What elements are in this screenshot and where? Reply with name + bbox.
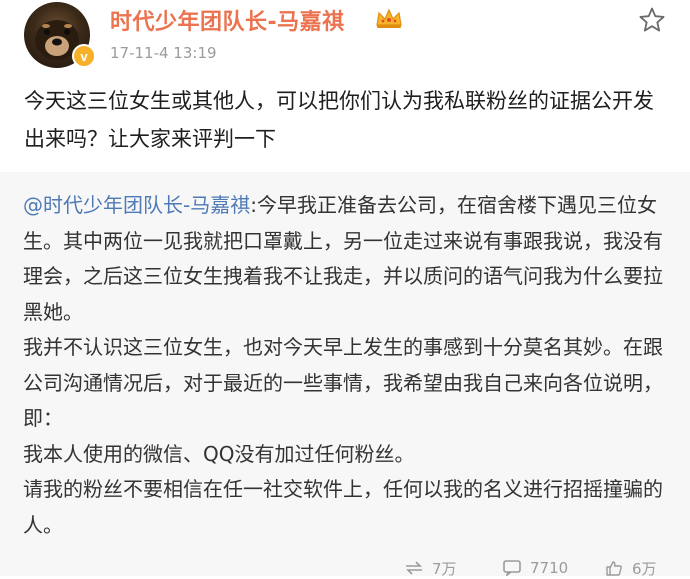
username[interactable]: 时代少年团队长-马嘉祺 [110, 4, 345, 36]
star-icon[interactable] [638, 6, 666, 34]
mention-link[interactable]: @时代少年团队长-马嘉祺 [23, 193, 250, 217]
crown-icon[interactable] [374, 6, 404, 30]
repost-button[interactable]: 7万 [404, 559, 457, 578]
like-count: 6万 [632, 559, 657, 578]
repost-text: @时代少年团队长-马嘉祺:今早我正准备去公司，在宿舍楼下遇见三位女生。其中两位一… [23, 188, 673, 543]
reposted-content[interactable]: @时代少年团队长-马嘉祺:今早我正准备去公司，在宿舍楼下遇见三位女生。其中两位一… [0, 172, 690, 578]
action-bar: 7万 7710 6万 [0, 559, 690, 578]
comment-icon [503, 560, 521, 576]
repost-paragraph-4: 请我的粉丝不要相信在任一社交软件上，任何以我的名义进行招摇撞骗的人。 [23, 477, 663, 537]
verified-badge-icon: v [72, 44, 96, 68]
comment-count: 7710 [530, 559, 569, 577]
repost-paragraph-1: @时代少年团队长-马嘉祺:今早我正准备去公司，在宿舍楼下遇见三位女生。其中两位一… [23, 188, 673, 330]
comment-button[interactable]: 7710 [502, 559, 569, 577]
repost-count: 7万 [432, 559, 457, 578]
repost-paragraph-3: 我本人使用的微信、QQ没有加过任何粉丝。 [23, 441, 415, 466]
post-timestamp: 17-11-4 13:19 [110, 44, 217, 62]
repost-icon [406, 561, 422, 575]
like-button[interactable]: 6万 [604, 559, 657, 578]
like-icon [606, 561, 622, 576]
repost-paragraph-2: 我并不认识这三位女生，也对今天早上发生的事感到十分莫名其妙。在跟公司沟通情况后，… [23, 335, 663, 430]
post-header: v 时代少年团队长-马嘉祺 17-11-4 13:19 [0, 0, 690, 72]
post-text: 今天这三位女生或其他人，可以把你们认为我私联粉丝的证据公开发出来吗？让大家来评判… [24, 89, 654, 151]
